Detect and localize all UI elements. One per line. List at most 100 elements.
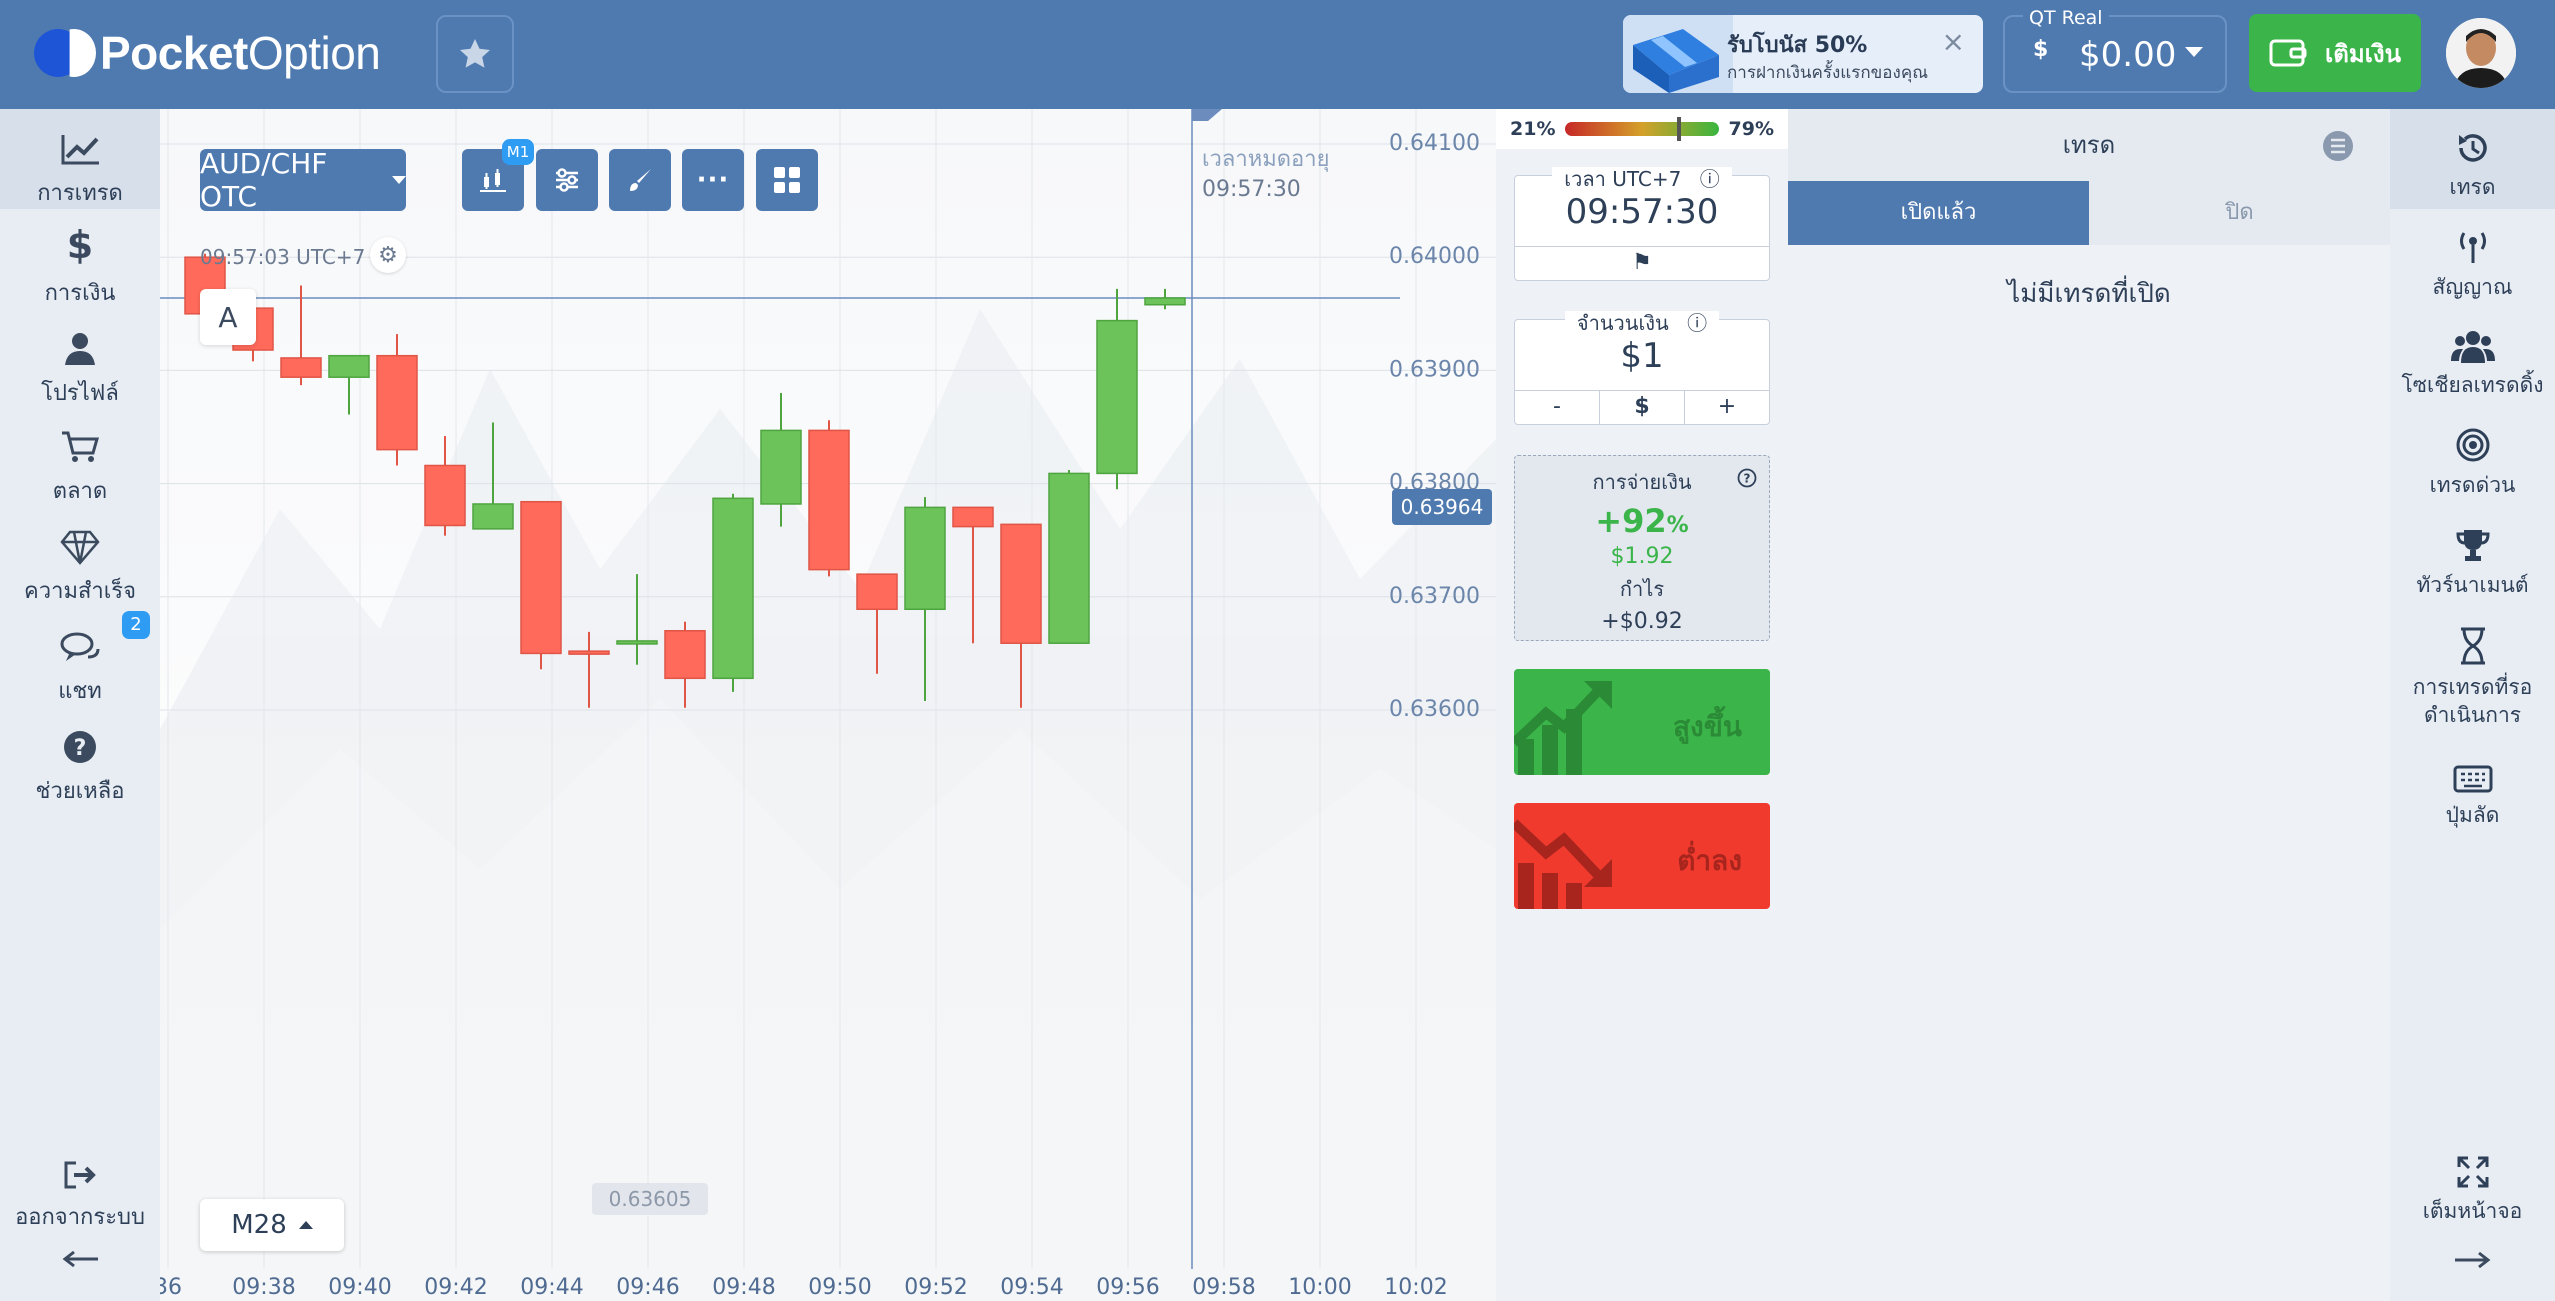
x-tick-label: 36 [160, 1275, 182, 1300]
amount-value[interactable]: $1 [1515, 336, 1769, 376]
currency-icon: $ [2033, 37, 2049, 62]
time-label: เวลา UTC+7 [1558, 167, 1688, 191]
collapse-left-button[interactable] [0, 1249, 160, 1275]
trade-panel: 21% 79% เวลา UTC+7 ⓘ 09:57:30 ⚑ จำนวนเงิ… [1496, 109, 1788, 1301]
higher-button[interactable]: สูงขึ้น [1514, 669, 1770, 775]
logo-icon [30, 27, 98, 79]
payout-label: การจ่ายเงิน [1592, 470, 1692, 494]
favorites-button[interactable] [436, 15, 514, 93]
candle-body [808, 429, 850, 571]
tab-closed[interactable]: ปิด [2089, 181, 2390, 245]
deposit-label: เติมเงิน [2325, 39, 2401, 68]
sidebar-item-tournaments[interactable]: ทัวร์นาเมนต์ [2390, 519, 2555, 599]
star-icon [460, 39, 490, 68]
wallet-icon [2269, 39, 2307, 67]
account-selector[interactable]: QT Real $ $0.00 [2003, 7, 2227, 93]
x-tick-label: 09:54 [1000, 1275, 1063, 1300]
payout-help-icon[interactable]: ? [1737, 468, 1757, 492]
amount-field[interactable]: จำนวนเงิน ⓘ $1 - $ + [1514, 311, 1770, 425]
deposit-button[interactable]: เติมเงิน [2249, 14, 2421, 92]
drawing-tools-button[interactable] [609, 149, 671, 211]
expiration-label: เวลาหมดอายุ [1202, 147, 1330, 172]
flag-icon[interactable]: ⚑ [1515, 247, 1769, 280]
keyboard-icon [2390, 749, 2555, 793]
sidebar-item-trades[interactable]: เทรด [2390, 109, 2555, 209]
candle-body [1144, 297, 1186, 306]
logout-button[interactable]: ออกจากระบบ [0, 1143, 160, 1234]
x-tick-label: 10:00 [1288, 1275, 1351, 1300]
account-balance: $0.00 [2079, 35, 2177, 75]
sidebar-item-achievements[interactable]: ความสำเร็จ [0, 517, 160, 608]
asset-selector-button[interactable]: AUD/CHF OTC [200, 147, 406, 213]
fullscreen-button[interactable]: เต็มหน้าจอ [2390, 1145, 2555, 1225]
candle-body [952, 506, 994, 528]
sidebar-item-market[interactable]: ตลาด [0, 417, 160, 508]
sidebar-item-label: ความสำเร็จ [24, 579, 136, 604]
sidebar-item-social-trading[interactable]: โซเชียลเทรดดิ้ง [2390, 319, 2555, 399]
sidebar-item-profile[interactable]: โปรไฟล์ [0, 319, 160, 410]
candle-body [376, 354, 418, 451]
user-avatar[interactable] [2446, 18, 2516, 88]
trades-title: เทรด [2062, 131, 2116, 159]
layout-button[interactable] [756, 149, 818, 211]
pocket-option-logo[interactable]: PocketOption [30, 26, 381, 80]
list-icon[interactable] [2322, 130, 2354, 162]
sidebar-item-express-trades[interactable]: เทรดด่วน [2390, 419, 2555, 499]
payout-box: การจ่ายเงิน +92% $1.92 กำไร +$0.92 ? [1514, 455, 1770, 641]
x-tick-label: 09:50 [808, 1275, 871, 1300]
lower-button[interactable]: ต่ำลง [1514, 803, 1770, 909]
candle-body [328, 354, 370, 378]
profit-label: กำไร [1619, 577, 1665, 601]
candle-body [712, 497, 754, 680]
sidebar-item-pending-trades[interactable]: การเทรดที่รอดำเนินการ [2390, 621, 2555, 729]
candle-body [760, 429, 802, 505]
sentiment-bar [1565, 117, 1719, 141]
sidebar-item-finance[interactable]: $ การเงิน [0, 219, 160, 310]
payout-percent-sign: % [1666, 513, 1689, 538]
sidebar-item-help[interactable]: ? ช่วยเหลือ [0, 717, 160, 808]
chevron-down-icon [2185, 47, 2203, 57]
chart-canvas[interactable]: 0.641000.640000.639000.638000.637000.636… [160, 109, 1496, 1301]
chart-clock: 09:57:03 UTC+7 [200, 245, 366, 269]
tab-opened[interactable]: เปิดแล้ว [1788, 181, 2089, 245]
sentiment-up-percent: 79% [1728, 118, 1774, 140]
sidebar-item-hotkeys[interactable]: ปุ่มลัด [2390, 749, 2555, 829]
sidebar-item-trading[interactable]: การเทรด [0, 109, 160, 209]
trophy-icon [2390, 519, 2555, 563]
x-tick-label: 09:58 [1192, 1275, 1255, 1300]
bonus-close-icon[interactable]: × [1942, 25, 1965, 58]
price-chart[interactable]: 0.64100 0.64000 0.63900 0.63800 0.63700 0.636… [160, 109, 1496, 1301]
drawing-label-button[interactable]: A [200, 289, 256, 345]
bonus-banner[interactable]: รับโบนัส 50% การฝากเงินครั้งแรกของคุณ × [1623, 15, 1983, 93]
expiry-time-field[interactable]: เวลา UTC+7 ⓘ 09:57:30 ⚑ [1514, 167, 1770, 281]
amount-increase-button[interactable]: + [1685, 391, 1769, 424]
user-icon [0, 319, 160, 367]
x-tick-label: 09:48 [712, 1275, 775, 1300]
candle-body [856, 573, 898, 611]
svg-text:?: ? [74, 736, 87, 761]
amount-currency-button[interactable]: $ [1600, 391, 1685, 424]
bonus-title: รับโบนัส 50% [1727, 33, 1868, 58]
arrow-left-icon [62, 1250, 98, 1268]
help-icon: ⓘ [1693, 167, 1726, 191]
collapse-right-button[interactable] [2390, 1249, 2555, 1277]
sidebar-item-label: การเงิน [44, 281, 116, 306]
trader-sentiment: 21% 79% [1496, 109, 1788, 149]
sidebar-item-label: โซเชียลเทรดดิ้ง [2401, 373, 2544, 397]
indicators-button[interactable] [536, 149, 598, 211]
right-sidebar: เทรด สัญญาณ โซเชียลเทรดดิ้ง เทรดด่วน ทัว… [2390, 109, 2555, 1301]
sidebar-item-label: โปรไฟล์ [41, 381, 119, 406]
payout-amount: $1.92 [1610, 544, 1674, 569]
sidebar-item-signals[interactable]: สัญญาณ [2390, 221, 2555, 301]
more-options-button[interactable]: ··· [682, 149, 744, 211]
chart-settings-icon[interactable]: ⚙ [370, 237, 406, 273]
candle-body [1048, 472, 1090, 644]
trend-up-icon [1514, 681, 1612, 775]
candle-body [1000, 523, 1042, 644]
asset-pair-label: AUD/CHF OTC [200, 147, 328, 213]
period-selector[interactable]: M28 [200, 1199, 344, 1251]
candlestick-icon [480, 169, 506, 192]
amount-decrease-button[interactable]: - [1515, 391, 1600, 424]
sidebar-item-label: แชท [58, 679, 102, 704]
x-tick-label: 09:56 [1096, 1275, 1159, 1300]
